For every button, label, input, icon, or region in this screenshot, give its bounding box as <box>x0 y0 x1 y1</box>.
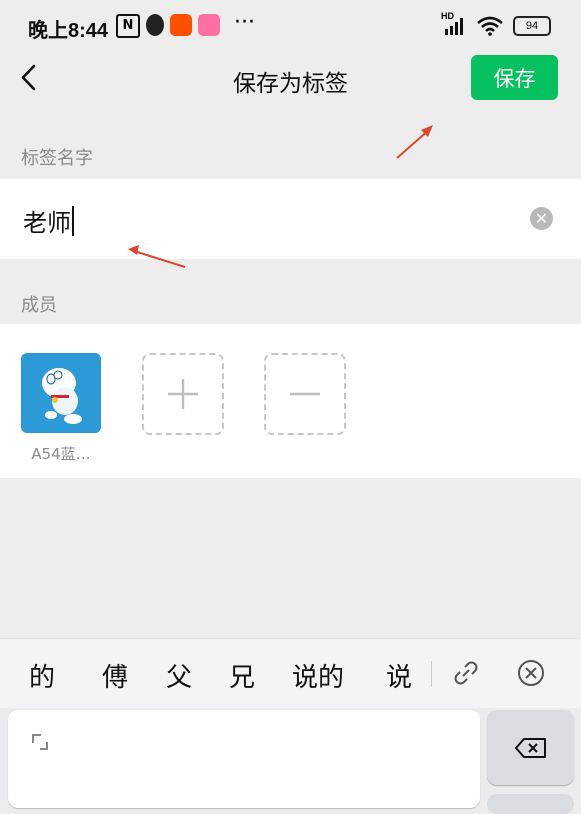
tag-name-section-label: 标签名字 <box>21 148 93 169</box>
remove-member-button[interactable] <box>264 353 346 435</box>
members-panel: A54蓝… <box>0 324 581 478</box>
candidate-5[interactable]: 说的 <box>292 657 344 694</box>
keyboard-key[interactable] <box>487 794 574 814</box>
status-bar: 晚上8:44 N ··· HD 94 <box>0 0 581 52</box>
close-keyboard-icon[interactable] <box>516 658 546 688</box>
game-icon <box>198 14 220 36</box>
expand-icon <box>32 734 48 750</box>
status-time: 晚上8:44 <box>28 20 109 42</box>
add-member-button[interactable] <box>142 353 224 435</box>
handwriting-pad[interactable] <box>8 710 480 808</box>
candidate-4[interactable]: 兄 <box>229 657 255 694</box>
avatar[interactable] <box>21 353 101 433</box>
nav-bar: 保存为标签 保存 <box>0 52 581 108</box>
tag-name-value: 老师 <box>23 209 71 237</box>
link-icon[interactable] <box>452 659 480 687</box>
plus-icon <box>168 379 198 409</box>
hd-label: HD <box>441 11 454 21</box>
clear-icon[interactable]: ✕ <box>530 207 553 230</box>
more-dots: ··· <box>234 10 255 35</box>
battery-icon: 94 <box>513 16 551 36</box>
members-section-label: 成员 <box>21 295 57 316</box>
candidate-6[interactable]: 说 <box>386 657 412 694</box>
backspace-key[interactable] <box>487 710 574 785</box>
candidate-divider <box>431 661 432 687</box>
keyboard <box>0 708 581 814</box>
text-cursor <box>72 205 74 236</box>
ime-candidate-bar: 的 傅 父 兄 说的 说 <box>0 638 581 709</box>
nfc-icon: N <box>116 14 140 38</box>
member-name: A54蓝… <box>31 445 91 463</box>
tag-name-field[interactable]: 老师 ✕ <box>0 179 581 259</box>
candidate-3[interactable]: 父 <box>166 657 192 694</box>
save-button[interactable]: 保存 <box>471 55 558 100</box>
status-right: HD 94 <box>441 11 551 37</box>
qq-icon <box>146 14 164 36</box>
candidate-2[interactable]: 傅 <box>102 657 128 694</box>
taobao-icon <box>170 14 192 36</box>
candidate-1[interactable]: 的 <box>29 657 55 694</box>
signal-icon: HD <box>441 11 467 37</box>
notification-icons: N ··· <box>116 10 255 38</box>
wifi-icon <box>477 16 503 36</box>
tag-name-input[interactable]: 老师 <box>23 203 74 238</box>
minus-icon <box>290 392 320 396</box>
backspace-icon <box>515 738 546 758</box>
